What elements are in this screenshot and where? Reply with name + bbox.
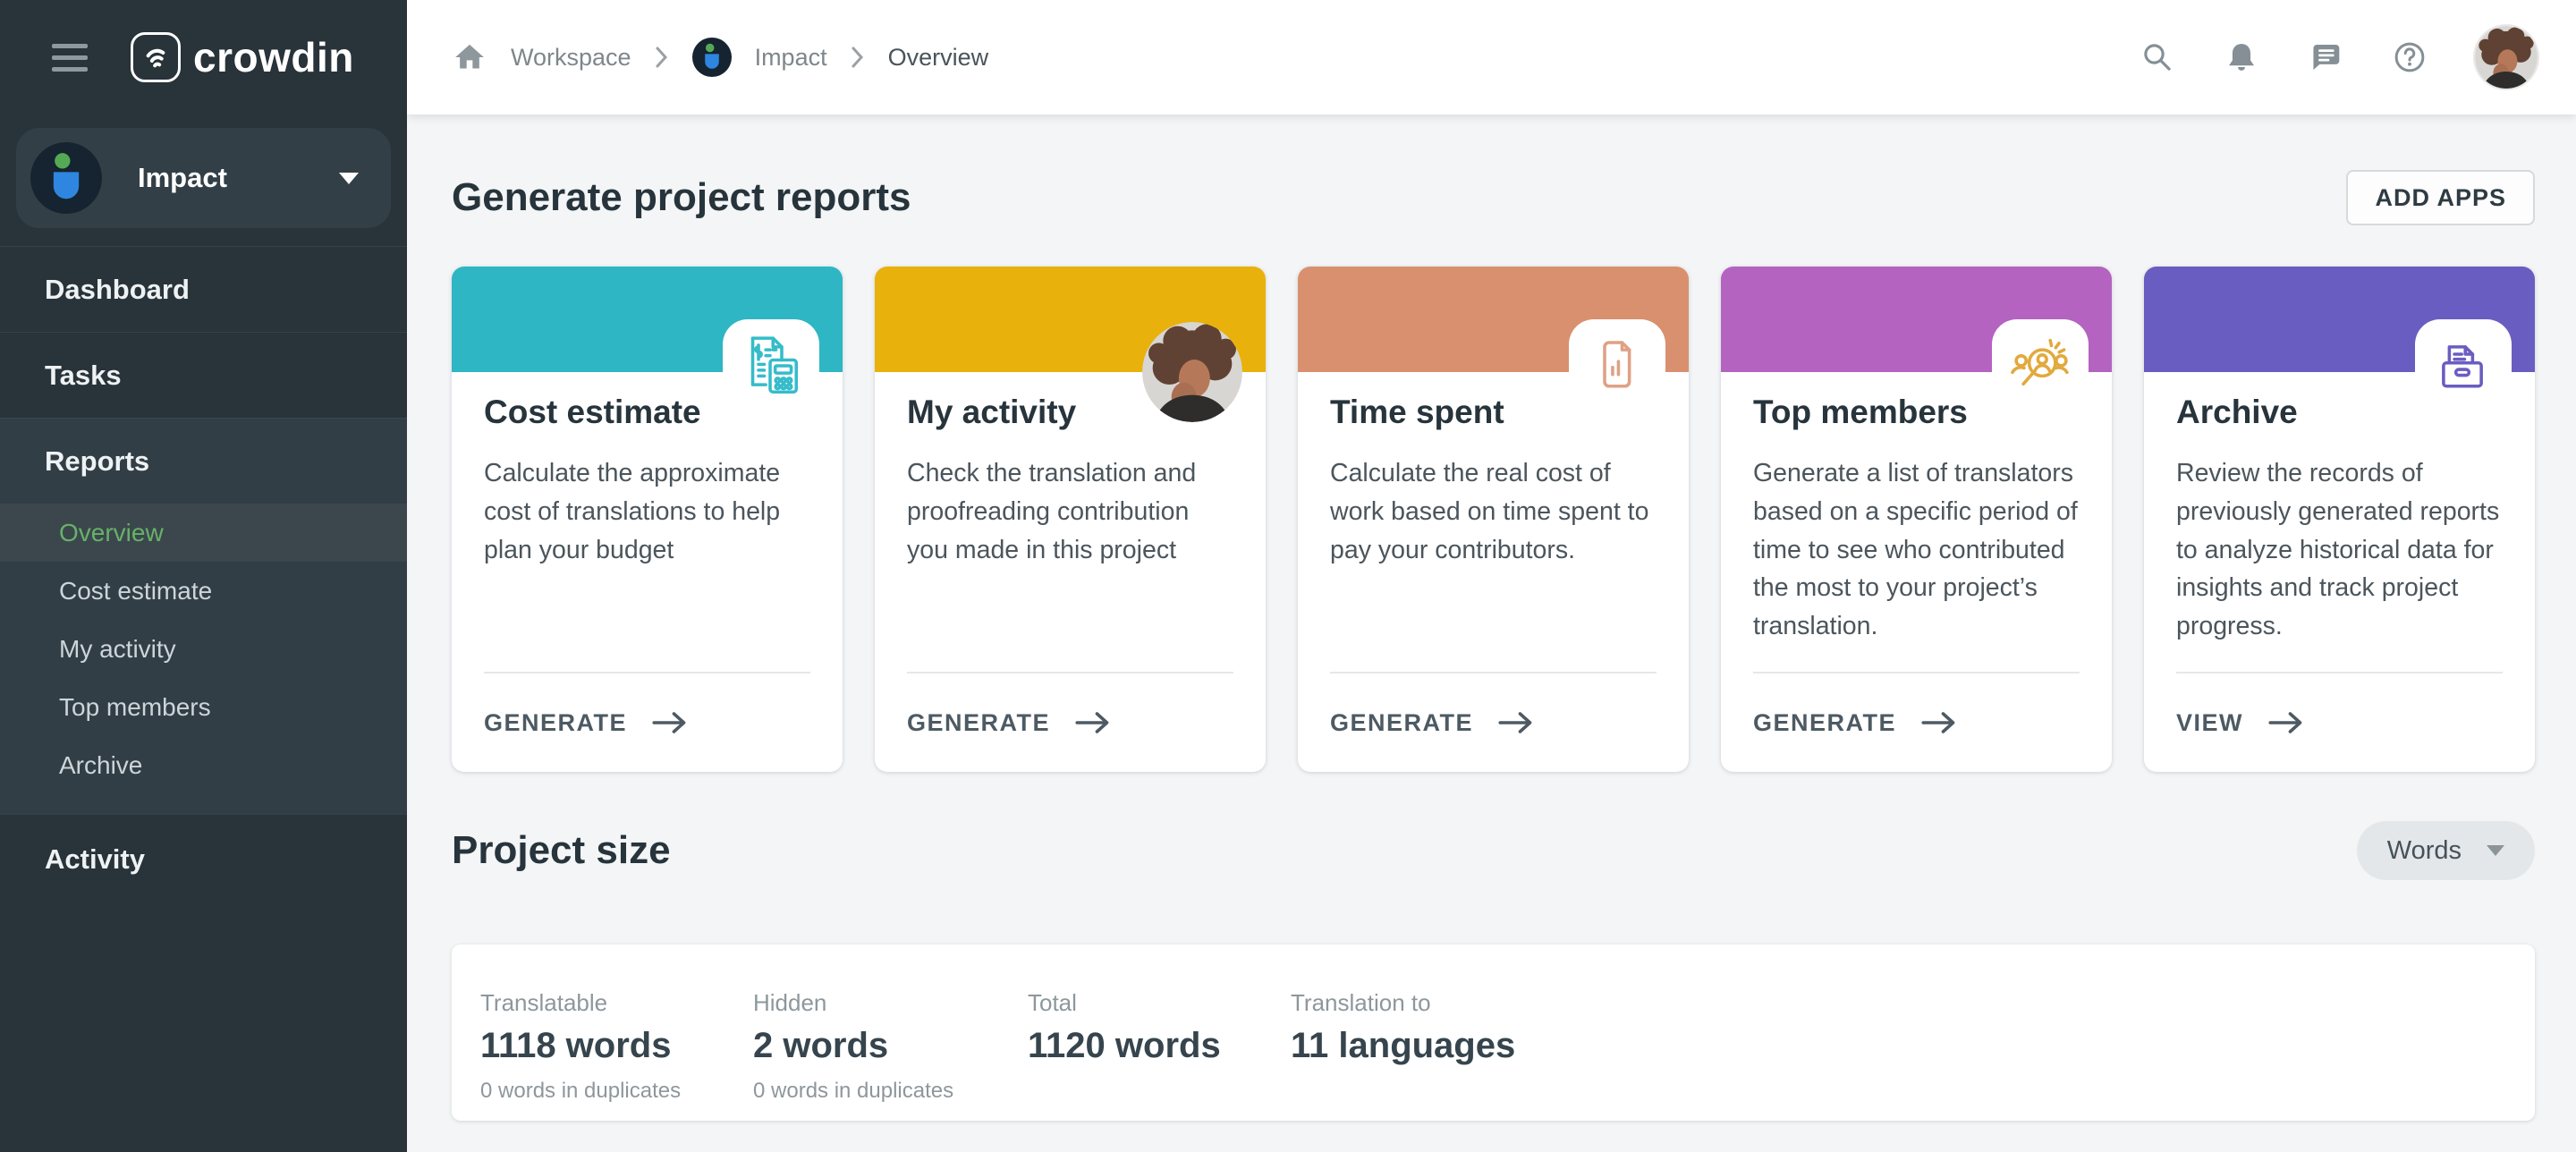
card-action-label: GENERATE bbox=[1753, 709, 1896, 737]
sidebar-item-activity[interactable]: Activity bbox=[0, 814, 407, 903]
arrow-right-icon bbox=[1498, 710, 1534, 735]
chevron-down-icon bbox=[2487, 845, 2504, 856]
card-body: Archive Review the records of previously… bbox=[2144, 372, 2535, 646]
breadcrumb-workspace[interactable]: Workspace bbox=[511, 44, 631, 72]
generate-my-activity-button[interactable]: GENERATE bbox=[907, 672, 1233, 772]
search-icon[interactable] bbox=[2139, 38, 2176, 76]
project-size-title: Project size bbox=[452, 828, 671, 873]
card-action-label: VIEW bbox=[2176, 709, 2243, 737]
stat-label: Hidden bbox=[753, 989, 1028, 1017]
members-search-icon bbox=[2004, 331, 2074, 401]
user-avatar[interactable] bbox=[2475, 26, 2538, 89]
arrow-right-icon bbox=[652, 710, 688, 735]
card-my-activity: My activity Check the translation and pr… bbox=[875, 267, 1266, 772]
sidebar-header: crowdin bbox=[0, 0, 407, 114]
card-description: Calculate the approximate cost of transl… bbox=[484, 454, 810, 569]
project-name: Impact bbox=[138, 162, 339, 194]
sidebar-item-dashboard[interactable]: Dashboard bbox=[0, 246, 407, 332]
generate-cost-estimate-button[interactable]: GENERATE bbox=[484, 672, 810, 772]
stat-sub: 0 words in duplicates bbox=[480, 1079, 753, 1104]
crowdin-logo-icon bbox=[131, 32, 181, 82]
card-top-members: Top members Generate a list of translato… bbox=[1721, 267, 2112, 772]
stat-value: 1118 words bbox=[480, 1026, 753, 1066]
card-cost-estimate: Cost estimate Calculate the approximate … bbox=[452, 267, 843, 772]
card-time-spent: Time spent Calculate the real cost of wo… bbox=[1298, 267, 1689, 772]
notifications-bell-icon[interactable] bbox=[2223, 38, 2260, 76]
home-icon[interactable] bbox=[452, 39, 487, 75]
user-photo-avatar bbox=[1142, 322, 1242, 422]
topbar-actions bbox=[2139, 26, 2538, 89]
sidebar-subitem-top-members[interactable]: Top members bbox=[0, 678, 407, 736]
chevron-right-icon bbox=[851, 46, 865, 69]
card-action-label: GENERATE bbox=[1330, 709, 1473, 737]
card-action-label: GENERATE bbox=[907, 709, 1050, 737]
card-description: Calculate the real cost of work based on… bbox=[1330, 454, 1657, 569]
sidebar-item-tasks[interactable]: Tasks bbox=[0, 332, 407, 418]
page-title: Generate project reports bbox=[452, 175, 911, 220]
chevron-right-icon bbox=[655, 46, 669, 69]
stat-translatable: Translatable 1118 words 0 words in dupli… bbox=[480, 989, 753, 1121]
help-icon[interactable] bbox=[2391, 38, 2428, 76]
card-body: Time spent Calculate the real cost of wo… bbox=[1298, 372, 1689, 569]
project-avatar-small bbox=[692, 38, 732, 77]
project-selector[interactable]: Impact bbox=[16, 128, 391, 228]
invoice-calculator-icon bbox=[735, 331, 805, 401]
sidebar: crowdin Impact Dashboard Tasks Reports O… bbox=[0, 0, 407, 1152]
crowdin-logo[interactable]: crowdin bbox=[131, 32, 354, 82]
sidebar-subitem-cost-estimate[interactable]: Cost estimate bbox=[0, 562, 407, 620]
card-body: Cost estimate Calculate the approximate … bbox=[452, 372, 843, 569]
arrow-right-icon bbox=[1075, 710, 1111, 735]
sidebar-subitem-my-activity[interactable]: My activity bbox=[0, 620, 407, 678]
logo-text: crowdin bbox=[193, 33, 354, 81]
topbar: Workspace Impact Overview bbox=[407, 0, 2576, 114]
stat-sub: 0 words in duplicates bbox=[753, 1079, 1028, 1104]
card-action-label: GENERATE bbox=[484, 709, 627, 737]
card-description: Check the translation and proofreading c… bbox=[907, 454, 1233, 569]
chevron-down-icon bbox=[339, 173, 359, 184]
report-cards: Cost estimate Calculate the approximate … bbox=[452, 267, 2535, 772]
add-apps-button[interactable]: ADD APPS bbox=[2346, 170, 2535, 225]
breadcrumb-current-page: Overview bbox=[888, 44, 989, 72]
stat-label: Translatable bbox=[480, 989, 753, 1017]
sidebar-nav: Dashboard Tasks Reports Overview Cost es… bbox=[0, 246, 407, 903]
stat-value: 11 languages bbox=[1291, 1026, 1515, 1066]
arrow-right-icon bbox=[1921, 710, 1957, 735]
breadcrumb-project[interactable]: Impact bbox=[755, 44, 827, 72]
main-content: Generate project reports ADD APPS Cost e… bbox=[407, 114, 2576, 1152]
breadcrumb: Workspace Impact Overview bbox=[452, 38, 988, 77]
unit-selector-dropdown[interactable]: Words bbox=[2357, 821, 2535, 880]
generate-top-members-button[interactable]: GENERATE bbox=[1753, 672, 2080, 772]
stat-total: Total 1120 words bbox=[1028, 989, 1291, 1121]
stat-value: 1120 words bbox=[1028, 1026, 1291, 1066]
messages-chat-icon[interactable] bbox=[2307, 38, 2344, 76]
sidebar-item-reports[interactable]: Reports bbox=[0, 418, 407, 504]
sidebar-subitem-overview[interactable]: Overview bbox=[0, 504, 407, 562]
stat-translation-to: Translation to 11 languages bbox=[1291, 989, 1515, 1121]
view-archive-button[interactable]: VIEW bbox=[2176, 672, 2503, 772]
stat-label: Total bbox=[1028, 989, 1291, 1017]
stat-hidden: Hidden 2 words 0 words in duplicates bbox=[753, 989, 1028, 1121]
archive-box-icon bbox=[2428, 331, 2497, 401]
card-description: Review the records of previously generat… bbox=[2176, 454, 2503, 646]
sidebar-subitem-archive[interactable]: Archive bbox=[0, 736, 407, 794]
project-avatar bbox=[30, 142, 102, 214]
card-description: Generate a list of translators based on … bbox=[1753, 454, 2080, 646]
generate-time-spent-button[interactable]: GENERATE bbox=[1330, 672, 1657, 772]
unit-selector-value: Words bbox=[2387, 836, 2462, 866]
sidebar-reports-section: Reports Overview Cost estimate My activi… bbox=[0, 418, 407, 814]
card-body: Top members Generate a list of translato… bbox=[1721, 372, 2112, 646]
project-size-section-head: Project size Words bbox=[452, 821, 2535, 880]
project-size-stats: Translatable 1118 words 0 words in dupli… bbox=[452, 944, 2535, 1121]
time-report-icon bbox=[1581, 331, 1651, 401]
arrow-right-icon bbox=[2268, 710, 2304, 735]
reports-section-head: Generate project reports ADD APPS bbox=[452, 168, 2535, 227]
stat-value: 2 words bbox=[753, 1026, 1028, 1066]
card-archive: Archive Review the records of previously… bbox=[2144, 267, 2535, 772]
hamburger-menu-icon[interactable] bbox=[52, 44, 88, 72]
stat-label: Translation to bbox=[1291, 989, 1515, 1017]
